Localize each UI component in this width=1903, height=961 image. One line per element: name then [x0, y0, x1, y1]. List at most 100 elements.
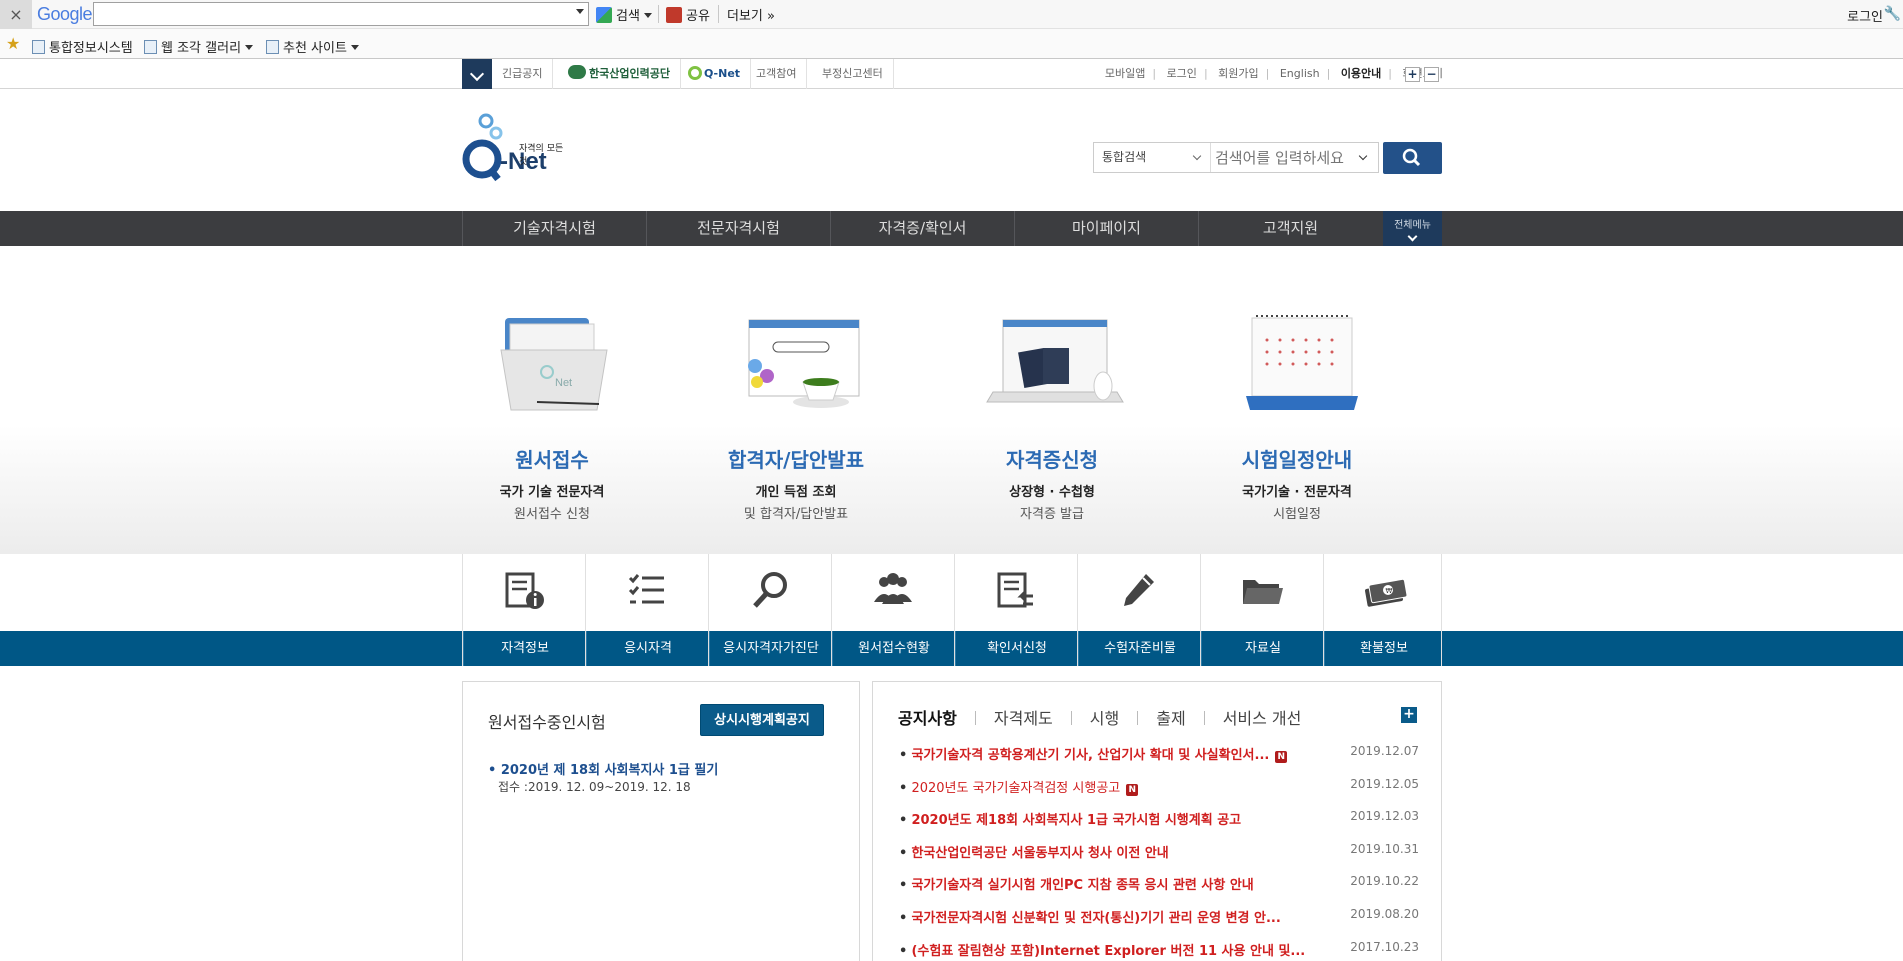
nav-technical-exam[interactable]: 기술자격시험 [462, 211, 646, 246]
google-search-input[interactable] [93, 2, 589, 26]
menu-application-status[interactable]: 원서접수현황 [831, 554, 954, 666]
nav-mypage[interactable]: 마이페이지 [1014, 211, 1198, 246]
new-badge: N [1275, 751, 1288, 763]
emergency-notice-link[interactable]: 긴급공지 [492, 59, 554, 89]
notice-date: 2019.12.05 [1350, 777, 1419, 791]
notice-row[interactable]: • (수험표 잘림현상 포함)Internet Explorer 버전 11 사… [899, 940, 1419, 960]
notice-panel: 공지사항 자격제도 시행 출제 서비스 개선 + • 국가기술자격 공학용계산기 기사,… [872, 681, 1442, 961]
notice-row[interactable]: • 국가기술자격 공학용계산기 기사, 산업기사 확대 및 사실확인서... N … [899, 744, 1419, 764]
qnet-label: Q-Net [704, 67, 741, 80]
notice-date: 2017.10.23 [1350, 940, 1419, 954]
browser-login-link[interactable]: 로그인 [1847, 6, 1883, 25]
chevron-down-icon [245, 45, 254, 50]
menu-label: 응시자격자가진단 [709, 631, 832, 666]
notice-row[interactable]: • 국가전문자격시험 신분확인 및 전자(통신)기기 관리 운영 변경 안...… [899, 907, 1419, 927]
google-toolbar: × Google 검색 공유 더보기 » 로그인 🔧 [0, 0, 1903, 29]
regular-exam-plan-button[interactable]: 상시시행계획공지 [700, 704, 824, 736]
svg-text:Net: Net [555, 377, 572, 389]
notice-title: 국가전문자격시험 신분확인 및 전자(통신)기기 관리 운영 변경 안... [911, 911, 1281, 926]
tab-qualification-system[interactable]: 자격제도 [994, 705, 1053, 729]
quick-desc-2: 시험일정 [1273, 507, 1321, 522]
google-icon [596, 7, 612, 23]
money-icon: ₩ [1365, 578, 1408, 607]
wrench-icon[interactable]: 🔧 [1884, 6, 1901, 22]
menu-label: 자격정보 [463, 631, 586, 666]
quick-schedule[interactable]: 시험일정안내 국가기술 · 전문자격 시험일정 [1182, 300, 1412, 522]
chevron-down-icon[interactable] [576, 9, 584, 14]
new-badge: N [1126, 784, 1139, 796]
notice-tabs: 공지사항 자격제도 시행 출제 서비스 개선 [898, 705, 1301, 729]
exam-item-link[interactable]: • 2020년 제 18회 사회복지사 1급 필기 [488, 759, 718, 778]
menu-qualification-info[interactable]: 자격정보 [462, 554, 585, 666]
quick-results[interactable]: 합격자/답안발표 개인 득점 조회 및 합격자/답안발표 [681, 300, 911, 522]
report-center-link[interactable]: 부정신고센터 [812, 59, 894, 89]
qnet-logo[interactable]: -Net 자격의 모든것 [460, 113, 570, 191]
qnet-link[interactable]: Q-Net [678, 59, 752, 89]
users-icon [874, 573, 912, 604]
search-button[interactable] [1383, 142, 1442, 174]
zoom-in-button[interactable]: + [1405, 67, 1420, 82]
quick-application[interactable]: Net 원서접수 국가 기술 전문자격 원서접수 신청 [437, 300, 667, 522]
notice-row[interactable]: • 2020년도 국가기술자격검정 시행공고 N 2019.12.05 [899, 777, 1419, 797]
notice-row[interactable]: • 2020년도 제18회 사회복지사 1급 국가시험 시행계획 공고 2019… [899, 809, 1419, 829]
zoom-out-button[interactable]: − [1424, 67, 1439, 82]
page-icon [144, 40, 157, 54]
folder-icon [1243, 580, 1283, 604]
menu-eligibility[interactable]: 응시자격 [585, 554, 708, 666]
menu-library[interactable]: 자료실 [1200, 554, 1323, 666]
menu-label: 응시자격 [586, 631, 709, 666]
google-search-button[interactable]: 검색 [596, 5, 652, 24]
english-link[interactable]: English [1280, 67, 1320, 80]
close-toolbar-button[interactable]: × [0, 0, 32, 29]
search-category-select[interactable]: 통합검색 [1094, 143, 1211, 172]
search-input[interactable] [1215, 145, 1375, 170]
util-right-links: 모바일앱 | 로그인 | 회원가입 | English | 이용안내 | 화면크기 [1104, 67, 1443, 80]
customer-participation-link[interactable]: 고객참여 [746, 59, 808, 89]
notice-date: 2019.12.03 [1350, 809, 1419, 823]
chevron-down-icon [1192, 151, 1202, 161]
tab-questions[interactable]: 출제 [1156, 705, 1185, 729]
favorite-item-2[interactable]: 웹 조각 갤러리 [144, 37, 254, 56]
favorite-item-3[interactable]: 추천 사이트 [266, 37, 359, 56]
hrdk-logo-icon [568, 65, 586, 79]
notice-title: 한국산업인력공단 서울동부지사 청사 이전 안내 [911, 846, 1169, 861]
menu-refund-info[interactable]: ₩ 환불정보 [1323, 554, 1442, 666]
notice-row[interactable]: • 한국산업인력공단 서울동부지사 청사 이전 안내 2019.10.31 [899, 842, 1419, 862]
checklist-icon [628, 574, 664, 604]
nav-professional-exam[interactable]: 전문자격시험 [646, 211, 830, 246]
notice-row[interactable]: • 국가기술자격 실기시험 개인PC 지참 종목 응시 관련 사항 안내 201… [899, 874, 1419, 894]
share-button[interactable]: 공유 [666, 5, 710, 24]
menu-confirmation-request[interactable]: 확인서신청 [954, 554, 1077, 666]
favorites-star-icon[interactable]: ★ [6, 34, 20, 53]
signup-link[interactable]: 회원가입 [1218, 67, 1258, 80]
divider [658, 5, 659, 23]
qnet-logo-icon [688, 66, 702, 80]
menu-eligibility-self-check[interactable]: 응시자격자가진단 [708, 554, 831, 666]
ongoing-application-panel: 원서접수중인시험 상시시행계획공지 • 2020년 제 18회 사회복지사 1급… [462, 681, 860, 961]
nav-support[interactable]: 고객지원 [1198, 211, 1382, 246]
calendar-illustration-icon [1222, 300, 1372, 420]
mobile-app-link[interactable]: 모바일앱 [1105, 67, 1145, 80]
hrdk-link[interactable]: 한국산업인력공단 [558, 59, 681, 89]
favorite-item-1[interactable]: 통합정보시스템 [32, 37, 133, 56]
more-notices-button[interactable]: + [1401, 707, 1417, 723]
tab-notices[interactable]: 공지사항 [898, 705, 957, 729]
usage-guide-link[interactable]: 이용안내 [1341, 67, 1381, 80]
pencil-icon [1124, 574, 1154, 606]
more-button[interactable]: 더보기 » [727, 5, 775, 24]
quick-desc-2: 원서접수 신청 [514, 507, 590, 522]
menu-exam-supplies[interactable]: 수험자준비물 [1077, 554, 1200, 666]
page-icon [32, 40, 45, 54]
tab-implementation[interactable]: 시행 [1090, 705, 1119, 729]
search-icon [1402, 148, 1421, 167]
favorite-label: 웹 조각 갤러리 [161, 41, 242, 56]
nav-certificate[interactable]: 자격증/확인서 [830, 211, 1014, 246]
site-dropdown-button[interactable] [462, 59, 492, 89]
login-link[interactable]: 로그인 [1167, 67, 1197, 80]
tab-service-improvement[interactable]: 서비스 개선 [1223, 705, 1302, 729]
all-menu-button[interactable]: 전체메뉴 [1383, 211, 1442, 246]
quick-certificate[interactable]: 자격증신청 상장형 · 수첩형 자격증 발급 [937, 300, 1167, 522]
notice-title: 2020년도 제18회 사회복지사 1급 국가시험 시행계획 공고 [911, 813, 1242, 828]
share-icon [666, 7, 682, 23]
google-search-label: 검색 [616, 9, 640, 24]
